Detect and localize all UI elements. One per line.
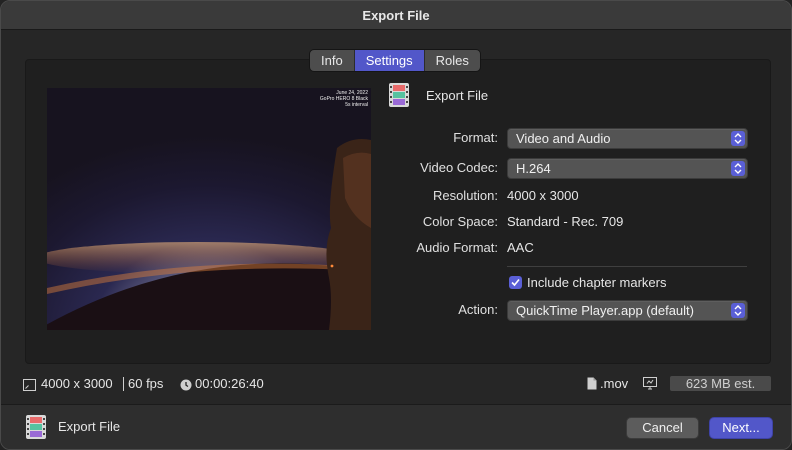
separator (123, 377, 124, 391)
chevron-updown-icon (731, 303, 745, 318)
action-value: QuickTime Player.app (default) (516, 303, 694, 318)
chevron-updown-icon (731, 131, 745, 146)
display-icon (643, 377, 657, 395)
duration-text: 00:00:26:40 (195, 376, 264, 391)
tab-bar: Info Settings Roles (309, 49, 481, 72)
format-value: Video and Audio (516, 131, 611, 146)
checkmark-icon (511, 278, 520, 287)
action-select[interactable]: QuickTime Player.app (default) (507, 300, 748, 321)
tab-settings[interactable]: Settings (354, 50, 425, 71)
color-space-label: Color Space: (422, 214, 498, 229)
resolution-label: Resolution: (432, 188, 498, 203)
fps-text: 60 fps (128, 376, 164, 391)
resolution-row: Resolution: 4000 x 3000 (389, 186, 749, 206)
chapter-markers-row: Include chapter markers (389, 273, 749, 293)
video-codec-value: H.264 (516, 161, 551, 176)
clock-icon (180, 378, 192, 396)
export-dialog: Export File Info Settings Roles June 24,… (0, 0, 792, 450)
file-icon (587, 377, 597, 395)
color-space-value: Standard - Rec. 709 (507, 214, 624, 229)
preview-overlay-text: June 24, 2022 GoPro HERO 8 Black 5s inte… (320, 90, 368, 108)
overlay-line: 5s interval (345, 102, 368, 108)
window-title: Export File (362, 7, 430, 23)
chapter-markers-label[interactable]: Include chapter markers (527, 273, 666, 293)
extension-text: .mov (600, 376, 629, 391)
film-strip-icon (389, 83, 409, 107)
frame-size-icon (23, 378, 36, 396)
divider (507, 266, 747, 267)
form-header: Export File (389, 83, 488, 107)
chevron-updown-icon (731, 161, 745, 176)
tab-info[interactable]: Info (310, 50, 355, 71)
audio-format-value: AAC (507, 240, 534, 255)
action-label: Action: (458, 302, 498, 317)
film-strip-icon (26, 415, 46, 439)
video-preview: June 24, 2022 GoPro HERO 8 Black 5s inte… (47, 88, 371, 330)
info-bar: 4000 x 3000 60 fps 00:00:26:40 .mov 623 … (23, 374, 773, 394)
audio-format-label: Audio Format: (416, 240, 498, 255)
footer-bar: Export File Cancel Next... (1, 404, 791, 449)
video-codec-row: Video Codec: H.264 (389, 158, 749, 179)
title-bar: Export File (1, 1, 791, 30)
format-label: Format: (453, 130, 498, 145)
form-title: Export File (426, 87, 489, 103)
dimensions-text: 4000 x 3000 (41, 376, 113, 391)
next-button[interactable]: Next... (709, 417, 773, 439)
cancel-button[interactable]: Cancel (626, 417, 699, 439)
format-row: Format: Video and Audio (389, 128, 749, 149)
video-codec-label: Video Codec: (420, 160, 498, 175)
video-codec-select[interactable]: H.264 (507, 158, 748, 179)
preview-image (47, 88, 371, 330)
chapter-markers-checkbox[interactable] (509, 276, 522, 289)
footer-label: Export File (58, 419, 121, 434)
size-estimate-badge: 623 MB est. (670, 376, 771, 391)
tab-roles[interactable]: Roles (425, 50, 480, 71)
color-space-row: Color Space: Standard - Rec. 709 (389, 212, 749, 232)
audio-format-row: Audio Format: AAC (389, 238, 749, 258)
action-row: Action: QuickTime Player.app (default) (389, 300, 749, 321)
format-select[interactable]: Video and Audio (507, 128, 748, 149)
resolution-value: 4000 x 3000 (507, 188, 579, 203)
